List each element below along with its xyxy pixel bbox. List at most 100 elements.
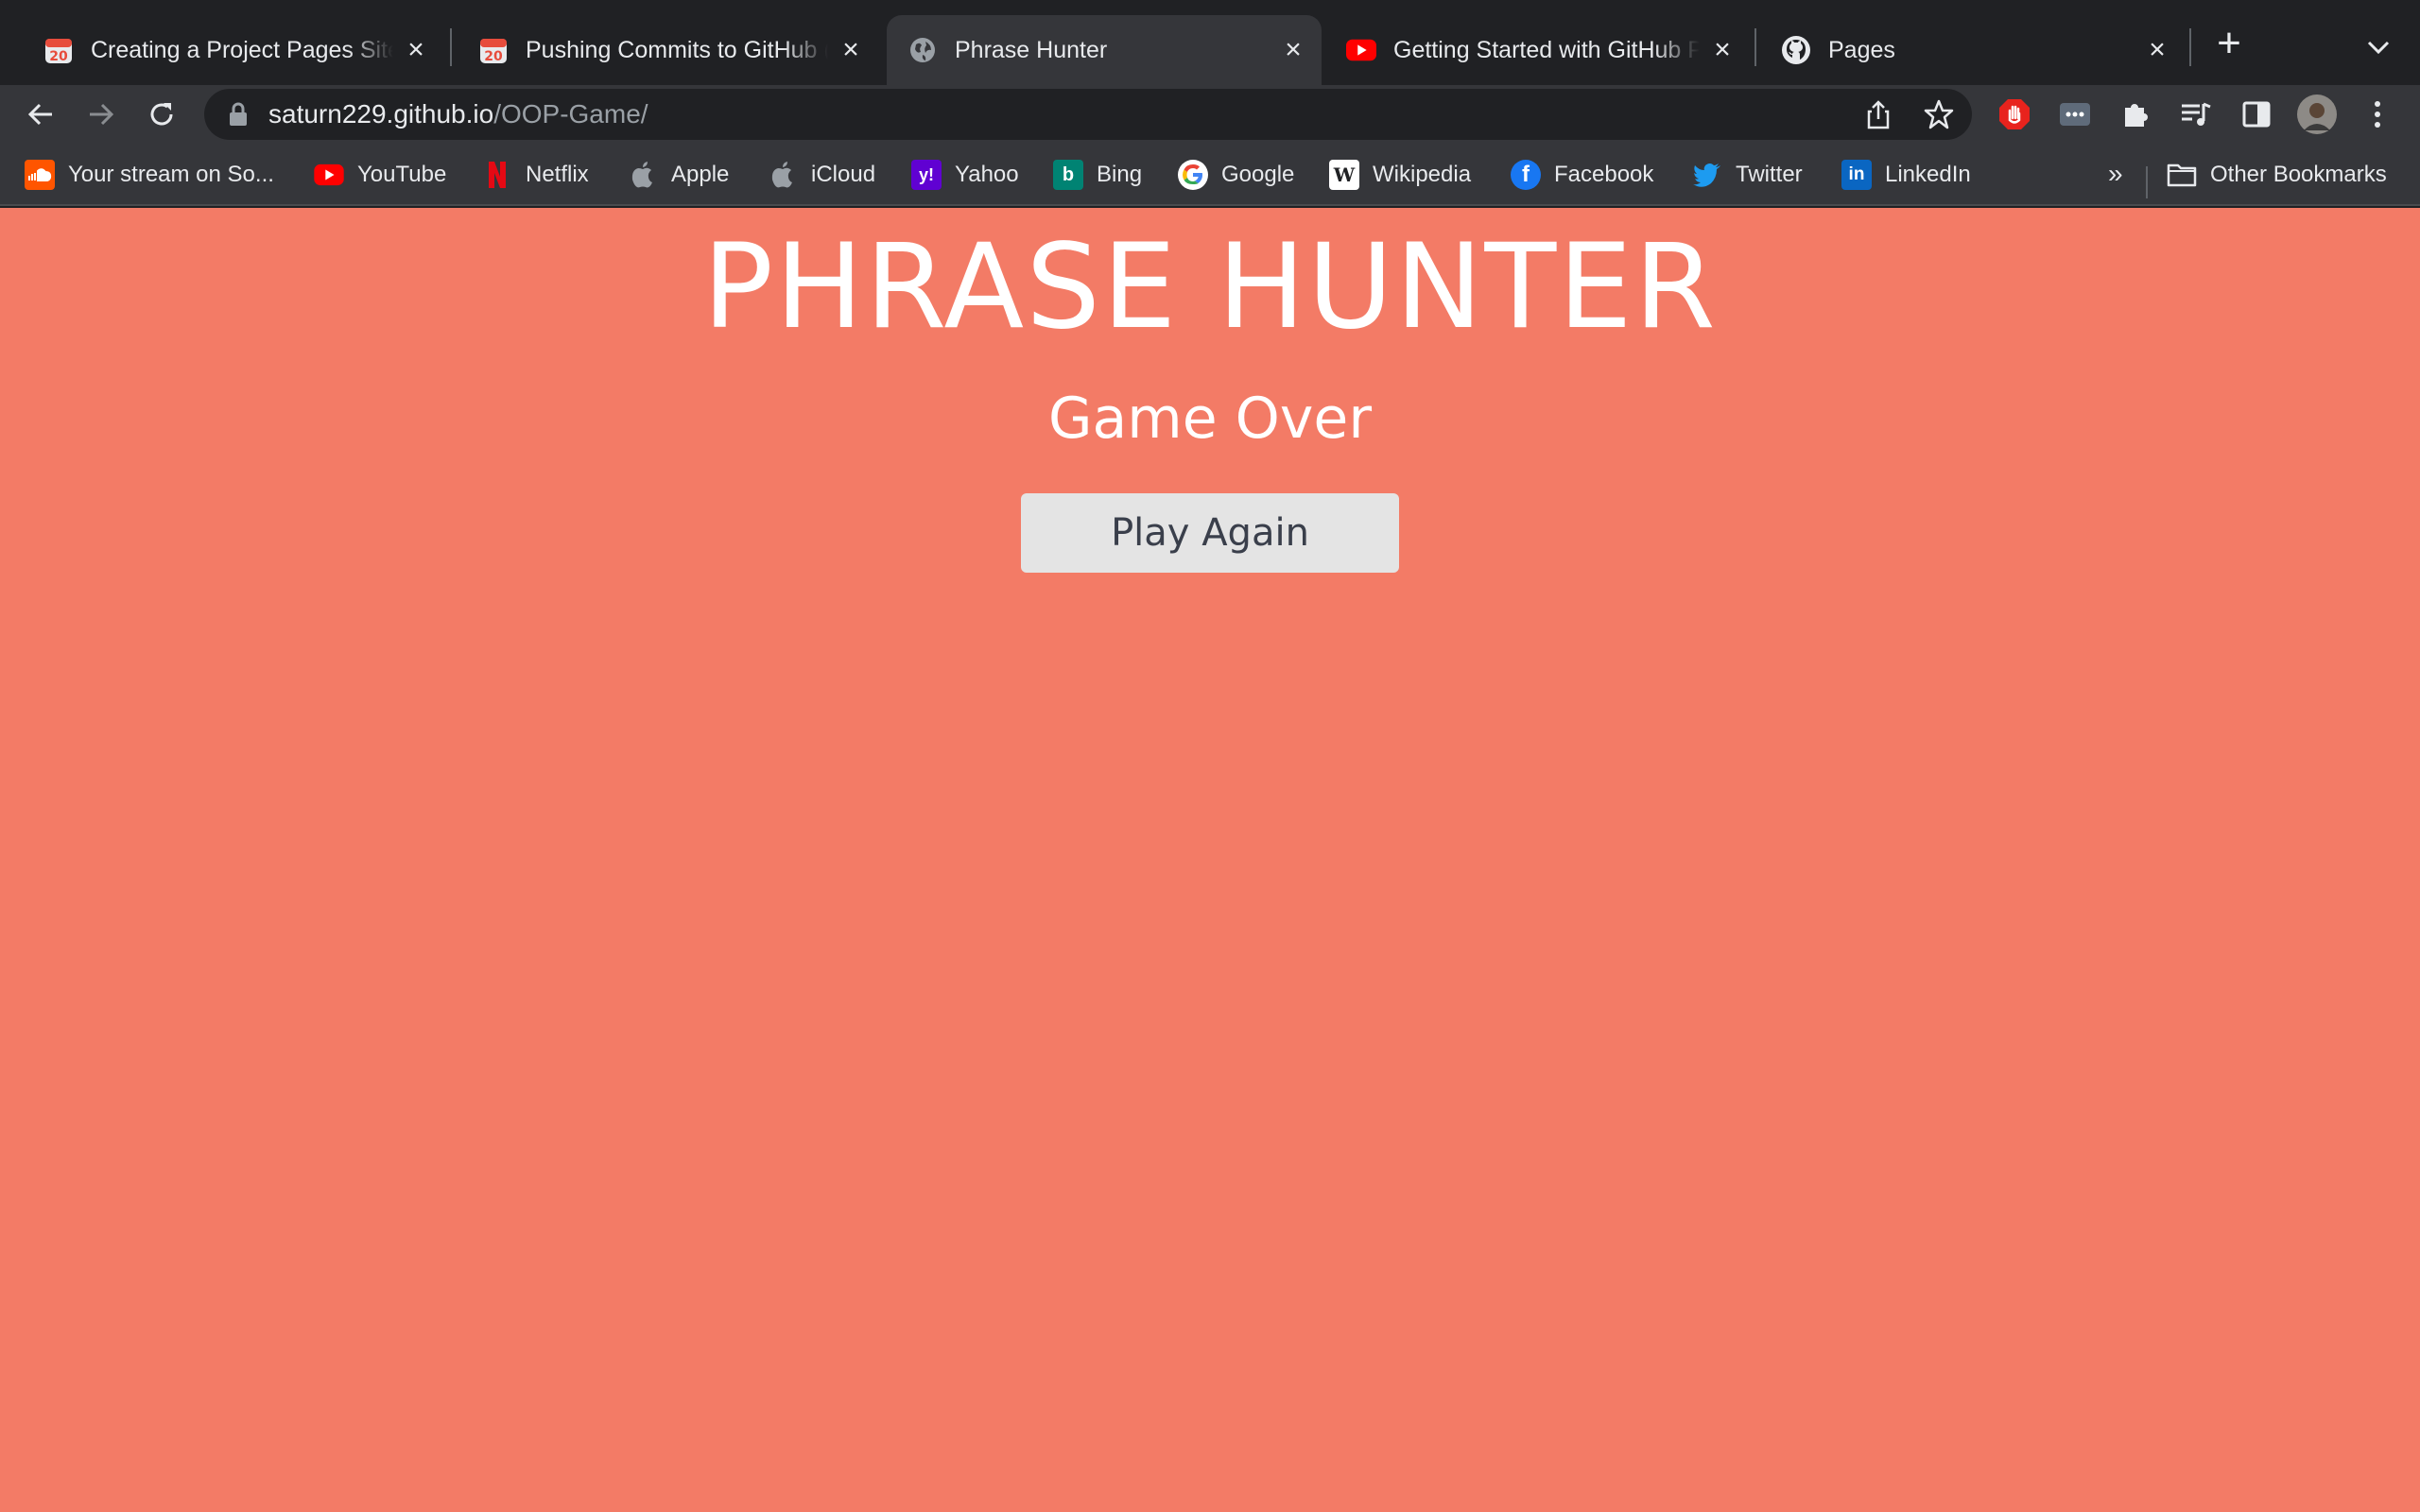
side-panel-icon — [2242, 101, 2271, 128]
bookmark-label: Other Bookmarks — [2210, 162, 2387, 187]
bookmark-label: Twitter — [1736, 162, 1803, 187]
github-icon — [1781, 35, 1811, 65]
lock-icon — [230, 102, 247, 126]
bookmark-netflix[interactable]: Netflix — [482, 153, 589, 197]
url-host: saturn229.github.io — [268, 99, 494, 129]
youtube-icon — [314, 160, 344, 190]
bookmark-yahoo[interactable]: y! Yahoo — [911, 153, 1019, 197]
address-bar[interactable]: saturn229.github.io/OOP-Game/ — [204, 89, 1972, 140]
tab-pushing-commits[interactable]: 20 Pushing Commits to GitHub ( × — [458, 15, 879, 85]
bookmark-google[interactable]: Google — [1178, 153, 1294, 197]
bing-icon: b — [1053, 160, 1083, 190]
tab-phrase-hunter[interactable]: Phrase Hunter × — [887, 15, 1322, 85]
puzzle-icon — [2125, 104, 2148, 127]
tab-getting-started[interactable]: Getting Started with GitHub P × — [1325, 15, 1751, 85]
profile-avatar[interactable] — [2295, 93, 2339, 136]
tab-title: Pushing Commits to GitHub ( — [526, 36, 828, 63]
arrow-right-icon — [90, 103, 114, 126]
facebook-icon: f — [1511, 160, 1541, 190]
dots-box-icon — [2060, 103, 2090, 126]
side-panel-button[interactable] — [2235, 93, 2278, 136]
play-again-button[interactable]: Play Again — [1021, 493, 1399, 573]
google-icon — [1178, 160, 1208, 190]
soundcloud-icon — [25, 160, 55, 190]
game-page: PHRASE HUNTER Game Over Play Again — [0, 208, 2420, 1512]
close-icon[interactable]: × — [1280, 36, 1306, 64]
bookmark-label: Netflix — [526, 162, 589, 187]
youtube-icon — [1346, 35, 1376, 65]
bookmark-facebook[interactable]: f Facebook — [1511, 153, 1653, 197]
tab-divider — [2189, 28, 2191, 66]
bookmark-linkedin[interactable]: in LinkedIn — [1841, 153, 1971, 197]
bookmark-label: Your stream on So... — [68, 162, 274, 187]
netflix-icon — [482, 160, 512, 190]
password-extension-button[interactable] — [2053, 93, 2097, 136]
bookmark-soundcloud[interactable]: Your stream on So... — [25, 153, 274, 197]
twitter-icon — [1692, 160, 1722, 190]
media-controls-button[interactable] — [2174, 93, 2218, 136]
apple-icon — [768, 160, 798, 190]
page-title: PHRASE HUNTER — [702, 219, 1718, 355]
reload-button[interactable] — [140, 93, 183, 136]
arrow-left-icon — [27, 103, 52, 126]
close-icon[interactable]: × — [403, 36, 429, 64]
share-button[interactable] — [1857, 93, 1900, 136]
tab-strip: 20 Creating a Project Pages Site × 20 Pu… — [0, 0, 2420, 85]
bookmark-twitter[interactable]: Twitter — [1692, 153, 1803, 197]
bookmark-label: Apple — [671, 162, 730, 187]
bookmarks-bar: Your stream on So... YouTube Netflix App… — [0, 144, 2420, 206]
new-tab-button[interactable]: + — [2210, 23, 2248, 64]
wikipedia-icon: W — [1329, 160, 1359, 190]
bookmark-icloud[interactable]: iCloud — [768, 153, 875, 197]
svg-text:20: 20 — [49, 49, 68, 64]
share-icon — [1867, 100, 1890, 129]
bookmark-youtube[interactable]: YouTube — [314, 153, 446, 197]
avatar-icon — [2297, 94, 2337, 134]
folder-icon — [2167, 160, 2197, 190]
kebab-menu-icon — [2375, 101, 2380, 128]
adblock-extension-button[interactable] — [1993, 93, 2036, 136]
yahoo-icon: y! — [911, 160, 942, 190]
bookmark-label: Facebook — [1554, 162, 1654, 187]
bookmark-apple[interactable]: Apple — [628, 153, 729, 197]
calendar-20-icon: 20 — [43, 35, 74, 65]
bookmark-star-button[interactable] — [1917, 93, 1961, 136]
close-icon[interactable]: × — [838, 36, 864, 64]
bookmark-label: iCloud — [811, 162, 876, 187]
svg-text:20: 20 — [484, 49, 503, 64]
tab-divider — [1754, 28, 1756, 66]
tab-divider — [450, 28, 452, 66]
reload-icon — [150, 103, 173, 126]
bookmark-label: Wikipedia — [1373, 162, 1472, 187]
bookmark-bing[interactable]: b Bing — [1053, 153, 1142, 197]
menu-button[interactable] — [2356, 93, 2399, 136]
linkedin-icon: in — [1841, 160, 1872, 190]
close-icon[interactable]: × — [2144, 36, 2170, 64]
bookmark-wikipedia[interactable]: W Wikipedia — [1329, 153, 1471, 197]
url-text: saturn229.github.io/OOP-Game/ — [268, 99, 648, 129]
tab-title: Creating a Project Pages Site — [91, 36, 393, 63]
bookmark-label: Google — [1221, 162, 1295, 187]
tab-title: Pages — [1828, 36, 1895, 63]
browser-toolbar: saturn229.github.io/OOP-Game/ — [0, 85, 2420, 144]
bookmark-label: YouTube — [357, 162, 447, 187]
extensions-button[interactable] — [2114, 93, 2157, 136]
back-button[interactable] — [19, 93, 62, 136]
tab-creating-project-pages[interactable]: 20 Creating a Project Pages Site × — [23, 15, 444, 85]
bookmark-label: LinkedIn — [1885, 162, 1971, 187]
bookmark-label: Yahoo — [955, 162, 1019, 187]
other-bookmarks-folder[interactable]: Other Bookmarks — [2167, 153, 2387, 197]
tab-title: Phrase Hunter — [955, 36, 1108, 63]
tab-title: Getting Started with GitHub P — [1393, 36, 1700, 63]
playlist-icon — [2182, 102, 2211, 126]
close-icon[interactable]: × — [1709, 36, 1736, 64]
game-over-message: Game Over — [1047, 386, 1372, 452]
forward-button[interactable] — [79, 93, 123, 136]
stop-hand-icon — [1999, 99, 2030, 129]
bookmark-label: Bing — [1097, 162, 1143, 187]
bookmarks-overflow-button[interactable]: » — [2108, 159, 2123, 189]
star-icon — [1924, 99, 1954, 129]
apple-icon — [628, 160, 658, 190]
tab-pages[interactable]: Pages × — [1760, 15, 2186, 85]
chevron-down-icon[interactable] — [2360, 28, 2397, 66]
